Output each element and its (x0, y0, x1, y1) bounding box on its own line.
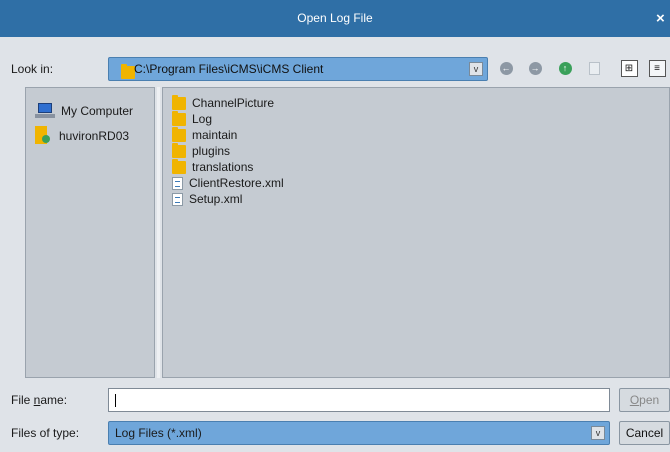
list-item[interactable]: maintain (172, 126, 238, 143)
file-type-combo[interactable]: Log Files (*.xml) v (108, 421, 610, 445)
file-list: ChannelPicture Log maintain plugins tran… (162, 87, 670, 378)
folder-icon (172, 94, 186, 110)
file-type-label: Files of type: (11, 426, 80, 440)
place-user-home[interactable]: huvironRD03 (35, 125, 129, 147)
list-view-button[interactable]: ⊞ (620, 59, 638, 77)
file-label: maintain (192, 128, 238, 142)
chevron-down-icon[interactable]: v (591, 426, 605, 440)
place-label: huvironRD03 (59, 129, 130, 143)
folder-icon (172, 110, 186, 126)
file-label: ClientRestore.xml (189, 176, 284, 190)
window-title: Open Log File (297, 11, 373, 25)
title-bar: Open Log File × (0, 0, 670, 37)
details-view-button[interactable]: ≡ (648, 59, 666, 77)
computer-icon (35, 103, 55, 119)
new-folder-button[interactable] (585, 59, 603, 77)
cancel-button[interactable]: Cancel (619, 421, 670, 445)
up-arrow-icon: ↑ (558, 61, 572, 75)
list-item[interactable]: ClientRestore.xml (172, 175, 284, 191)
folder-icon (172, 126, 186, 142)
file-label: ChannelPicture (192, 96, 275, 110)
file-label: translations (192, 160, 254, 174)
details-view-icon: ≡ (648, 59, 666, 77)
chevron-down-icon[interactable]: v (469, 62, 483, 76)
up-folder-button[interactable]: ↑ (556, 59, 574, 77)
file-label: Setup.xml (189, 192, 243, 206)
list-view-icon: ⊞ (620, 59, 638, 77)
list-item[interactable]: translations (172, 158, 254, 175)
back-arrow-icon: ← (499, 61, 513, 75)
list-item[interactable]: Log (172, 110, 213, 127)
forward-button[interactable]: → (526, 59, 544, 77)
folder-icon (172, 158, 186, 174)
panel-splitter[interactable] (157, 87, 160, 378)
list-item[interactable]: Setup.xml (172, 191, 242, 207)
look-in-path: C:\Program Files\iCMS\iCMS Client (134, 62, 324, 76)
look-in-label: Look in: (11, 62, 54, 76)
folder-icon (172, 142, 186, 158)
file-label: Log (192, 112, 213, 126)
file-label: plugins (192, 144, 231, 158)
list-item[interactable]: ChannelPicture (172, 94, 275, 111)
place-label: My Computer (61, 104, 134, 118)
list-item[interactable]: plugins (172, 142, 231, 159)
forward-arrow-icon: → (528, 61, 542, 75)
text-caret (115, 394, 116, 407)
back-button[interactable]: ← (497, 59, 515, 77)
xml-file-icon (172, 192, 183, 206)
places-panel: My Computer huvironRD03 (25, 87, 155, 378)
close-icon[interactable]: × (656, 0, 670, 37)
file-name-label: File name: (11, 393, 68, 407)
file-type-value: Log Files (*.xml) (115, 426, 202, 440)
open-button[interactable]: Open (619, 388, 670, 412)
file-name-input[interactable] (108, 388, 610, 412)
look-in-combo[interactable]: C:\Program Files\iCMS\iCMS Client v (108, 57, 488, 81)
place-my-computer[interactable]: My Computer (35, 100, 133, 122)
new-folder-icon (588, 61, 600, 75)
xml-file-icon (172, 176, 183, 190)
user-folder-icon (35, 126, 53, 146)
